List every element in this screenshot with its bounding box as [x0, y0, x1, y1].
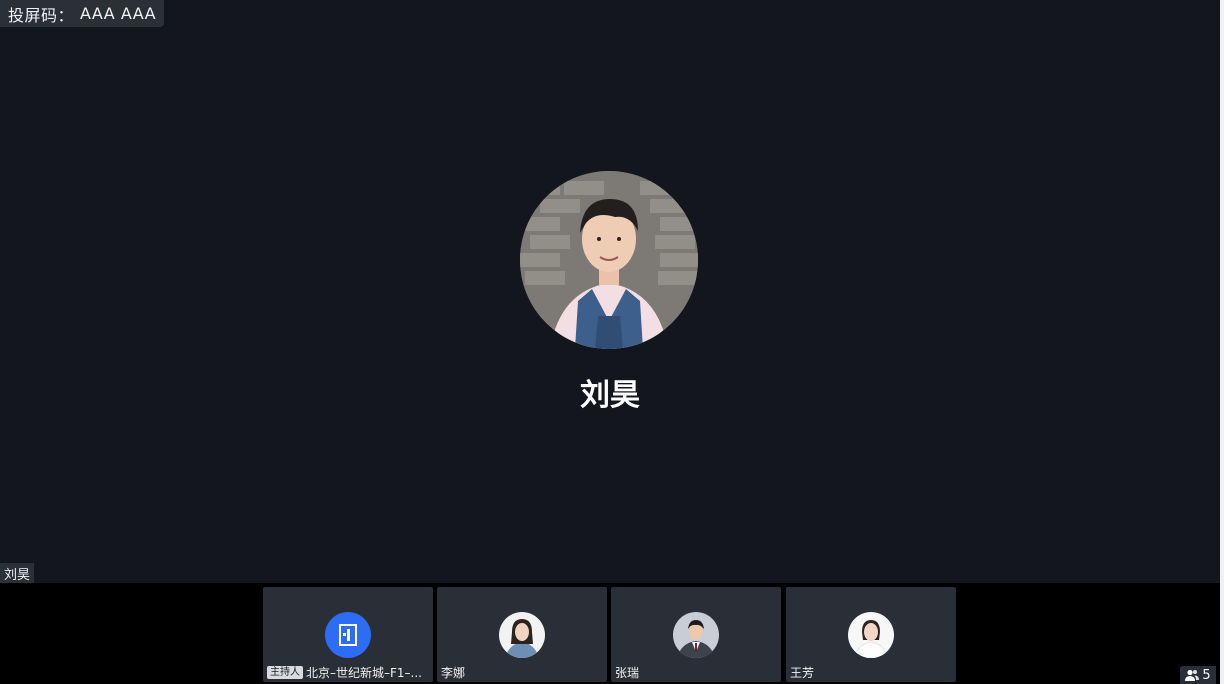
- cast-code-badge: 投屏码： AAA AAA: [0, 0, 165, 27]
- participant-name: 王芳: [790, 665, 815, 680]
- participant-name: 北京–世纪新城–F1–...: [306, 665, 422, 680]
- main-video-stage[interactable]: 投屏码： AAA AAA 刘昊 刘昊: [0, 0, 1220, 583]
- speaker-avatar: [520, 171, 698, 349]
- participant-tile[interactable]: 王芳: [786, 587, 956, 682]
- participant-strip: 主持人 北京–世纪新城–F1–... 李娜 张瑞 王芳 5: [0, 583, 1220, 684]
- cast-code-label: 投屏码：: [8, 5, 75, 25]
- man-avatar: [673, 612, 719, 658]
- participant-name: 张瑞: [615, 665, 640, 680]
- participant-name: 李娜: [441, 665, 466, 680]
- woman-avatar: [499, 612, 545, 658]
- woman-avatar: [848, 612, 894, 658]
- cast-code-value: AAA AAA: [80, 4, 157, 23]
- participant-label: 主持人 北京–世纪新城–F1–...: [267, 664, 422, 680]
- participant-count-button[interactable]: 5: [1180, 666, 1216, 684]
- meeting-room-icon: [325, 612, 371, 658]
- participant-count: 5: [1202, 667, 1211, 683]
- participant-tile[interactable]: 张瑞: [611, 587, 781, 682]
- participant-tile-room[interactable]: 主持人 北京–世纪新城–F1–...: [263, 587, 433, 682]
- host-badge: 主持人: [267, 665, 303, 679]
- speaker-name: 刘昊: [580, 378, 640, 413]
- window-edge: [1220, 0, 1224, 684]
- people-icon: [1185, 669, 1200, 681]
- participant-tile[interactable]: 李娜: [437, 587, 607, 682]
- speaker-name-tag: 刘昊: [0, 563, 35, 583]
